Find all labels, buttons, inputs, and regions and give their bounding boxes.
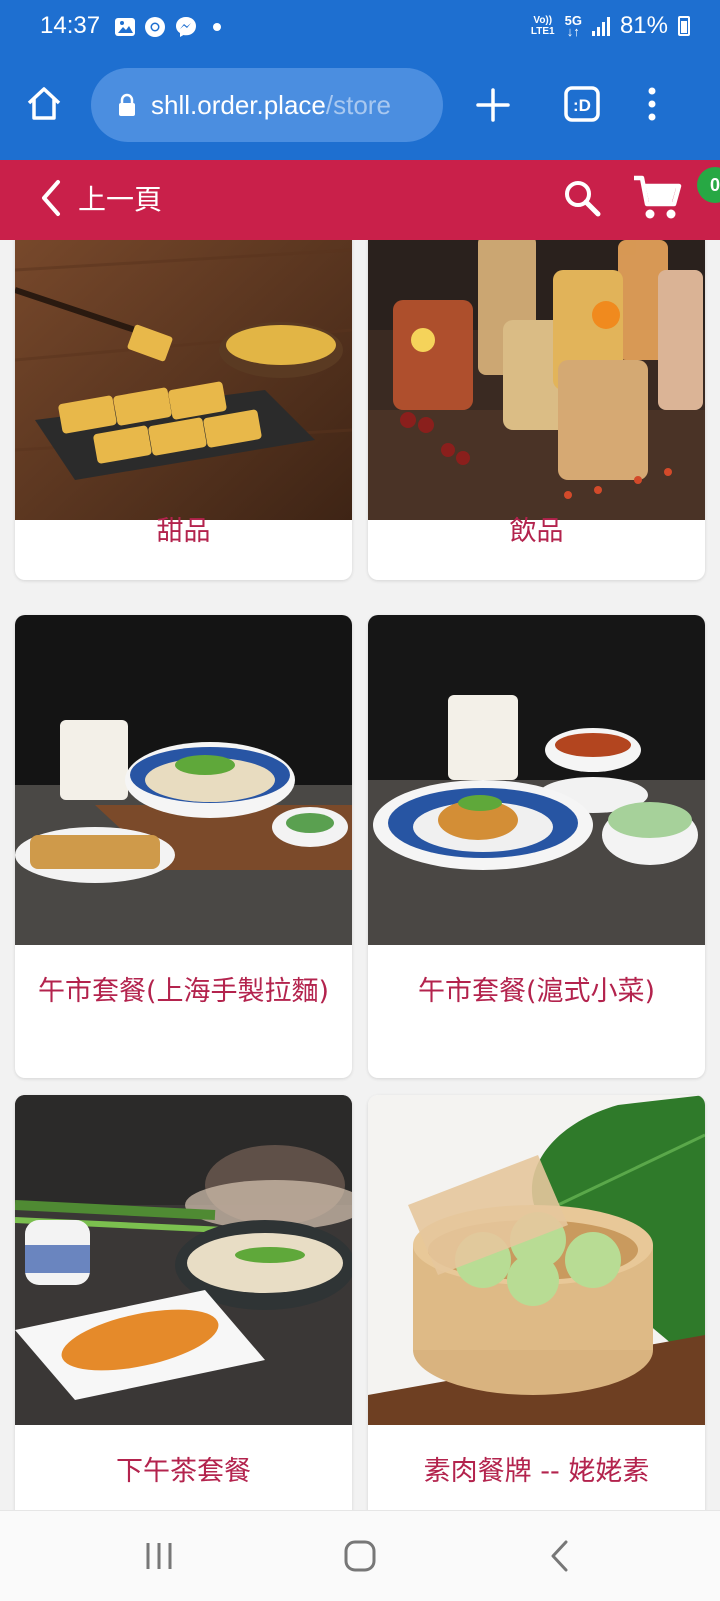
chevron-left-icon <box>42 180 60 216</box>
more-notifications-dot-icon <box>213 23 221 31</box>
shopping-cart-icon[interactable] <box>632 174 682 222</box>
dessert-photo <box>15 240 352 520</box>
category-card-vegetarian[interactable]: 素肉餐牌 -- 姥姥素 <box>368 1095 705 1510</box>
category-label: 素肉餐牌 -- 姥姥素 <box>423 1456 650 1487</box>
vegetarian-menu-photo <box>368 1095 705 1425</box>
gallery-notification-icon <box>115 18 135 36</box>
status-time: 14:37 <box>40 12 101 39</box>
network-type-indicator: 5G ↓↑ <box>564 13 582 39</box>
back-label: 上一頁 <box>78 183 163 216</box>
afternoon-tea-set-photo <box>15 1095 352 1425</box>
lunch-set-shanghai-dishes-photo <box>368 615 705 945</box>
url-bar[interactable]: shll.order.place/store <box>91 68 443 142</box>
category-label: 午市套餐(滬式小菜) <box>417 976 656 1007</box>
browser-toolbar: shll.order.place/store :D <box>0 54 720 160</box>
search-icon[interactable] <box>562 178 602 218</box>
battery-icon <box>678 16 690 36</box>
new-tab-icon[interactable] <box>474 86 512 124</box>
lock-icon <box>119 93 135 116</box>
battery-percent: 81% <box>619 12 668 39</box>
status-bar: 14:37 Vo)) LTE1 5G ↓↑ 81% <box>0 0 720 54</box>
chrome-notification-icon <box>145 17 165 37</box>
url-path: /store <box>325 89 391 120</box>
back-nav-icon[interactable] <box>548 1539 572 1573</box>
category-label: 下午茶套餐 <box>116 1456 251 1487</box>
browser-menu-icon[interactable] <box>642 84 662 124</box>
category-card-afternoon-tea[interactable]: 下午茶套餐 <box>15 1095 352 1510</box>
tab-switcher-icon[interactable]: :D <box>562 84 602 124</box>
svg-text::D: :D <box>573 96 591 115</box>
category-card-drinks[interactable]: 飲品 <box>368 240 705 580</box>
messenger-notification-icon <box>176 17 196 37</box>
app-header: 上一頁 <box>0 160 720 240</box>
category-label: 甜品 <box>156 516 211 547</box>
category-card-lunch-noodles[interactable]: 午市套餐(上海手製拉麵) <box>15 615 352 1078</box>
back-button[interactable]: 上一頁 <box>38 178 162 218</box>
url-host: shll.order.place <box>151 89 326 120</box>
signal-icon <box>591 16 610 36</box>
volte-indicator: Vo)) LTE1 <box>530 15 555 37</box>
category-grid: 甜品 飲品 午市套餐(上海手製拉麵) 午市套餐(滬式小菜) 下午茶套餐 素肉餐牌… <box>0 240 720 1510</box>
category-card-lunch-dishes[interactable]: 午市套餐(滬式小菜) <box>368 615 705 1078</box>
recent-apps-icon[interactable] <box>144 1539 174 1573</box>
drinks-photo <box>368 240 705 520</box>
category-card-dessert[interactable]: 甜品 <box>15 240 352 580</box>
status-right: Vo)) LTE1 5G ↓↑ 81% <box>531 12 690 40</box>
home-nav-icon[interactable] <box>343 1539 377 1573</box>
lunch-set-noodles-photo <box>15 615 352 945</box>
category-label: 午市套餐(上海手製拉麵) <box>37 976 330 1007</box>
home-icon[interactable] <box>24 84 64 124</box>
category-label: 飲品 <box>509 516 564 547</box>
system-navigation-bar <box>0 1510 720 1601</box>
